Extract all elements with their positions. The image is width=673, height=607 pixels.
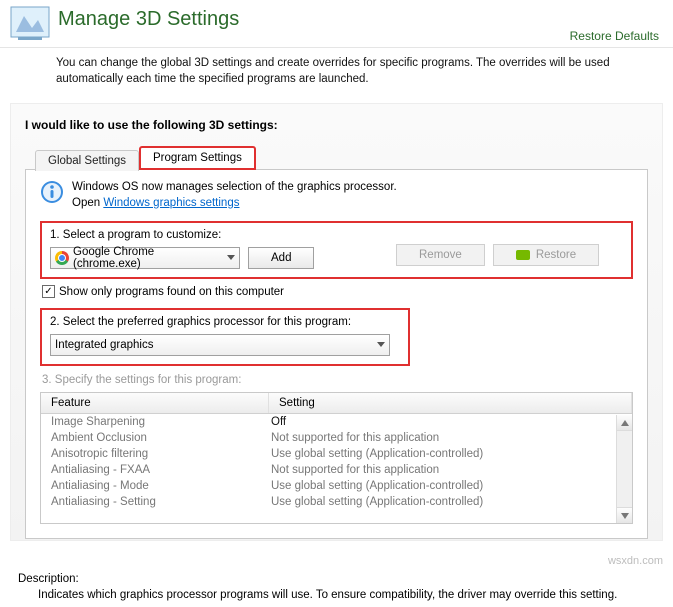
show-only-checkbox[interactable]: ✓	[42, 285, 55, 298]
tab-global-settings[interactable]: Global Settings	[35, 150, 139, 171]
info-text: Windows OS now manages selection of the …	[72, 180, 397, 211]
page-title: Manage 3D Settings	[58, 8, 239, 31]
cell-feature: Image Sharpening	[41, 416, 269, 428]
description-title: Description:	[18, 573, 655, 585]
table-header: Feature Setting	[41, 393, 632, 414]
remove-button: Remove	[396, 244, 485, 266]
cell-setting: Off	[269, 416, 632, 428]
section1-label: 1. Select a program to customize:	[50, 229, 623, 241]
table-row[interactable]: Anisotropic filteringUse global setting …	[41, 446, 632, 462]
settings-table: Feature Setting Image SharpeningOffAmbie…	[40, 392, 633, 524]
nvidia-icon	[516, 250, 530, 260]
table-row[interactable]: Antialiasing - FXAANot supported for thi…	[41, 462, 632, 478]
cell-feature: Antialiasing - FXAA	[41, 464, 269, 476]
col-feature[interactable]: Feature	[41, 393, 269, 413]
chrome-icon	[55, 251, 69, 265]
description-block: Description: Indicates which graphics pr…	[18, 573, 655, 601]
chevron-down-icon	[377, 342, 385, 348]
scroll-up-icon[interactable]	[617, 415, 632, 431]
watermark: wsxdn.com	[608, 555, 663, 567]
restore-button: Restore	[493, 244, 599, 266]
gpu-select-value: Integrated graphics	[55, 339, 153, 351]
section2-highlight: 2. Select the preferred graphics process…	[40, 308, 410, 366]
gpu-select[interactable]: Integrated graphics	[50, 334, 390, 356]
table-body: Image SharpeningOffAmbient OcclusionNot …	[41, 414, 632, 510]
cell-setting: Use global setting (Application-controll…	[269, 448, 632, 460]
cell-feature: Ambient Occlusion	[41, 432, 269, 444]
windows-graphics-link[interactable]: Windows graphics settings	[103, 197, 239, 209]
scroll-down-icon[interactable]	[617, 507, 632, 523]
cell-feature: Antialiasing - Mode	[41, 480, 269, 492]
panel-title: I would like to use the following 3D set…	[25, 118, 648, 132]
col-setting[interactable]: Setting	[269, 393, 632, 413]
chevron-down-icon	[227, 255, 235, 261]
cell-feature: Antialiasing - Setting	[41, 496, 269, 508]
program-select-value: Google Chrome (chrome.exe)	[73, 246, 221, 270]
cell-setting: Use global setting (Application-controll…	[269, 480, 632, 492]
settings-3d-icon	[10, 6, 50, 42]
show-only-label: Show only programs found on this compute…	[59, 286, 284, 298]
tab-program-settings[interactable]: Program Settings	[139, 146, 256, 170]
info-line2-prefix: Open	[72, 197, 103, 209]
cell-setting: Use global setting (Application-controll…	[269, 496, 632, 508]
show-only-row[interactable]: ✓ Show only programs found on this compu…	[42, 285, 633, 298]
restore-button-label: Restore	[536, 249, 576, 261]
tab-body: Windows OS now manages selection of the …	[25, 169, 648, 539]
info-icon	[40, 180, 64, 204]
scrollbar[interactable]	[616, 415, 632, 523]
table-row[interactable]: Antialiasing - ModeUse global setting (A…	[41, 478, 632, 494]
settings-panel: I would like to use the following 3D set…	[10, 103, 663, 541]
cell-setting: Not supported for this application	[269, 432, 632, 444]
page-header: Manage 3D Settings Restore Defaults	[0, 0, 673, 48]
section3-label: 3. Specify the settings for this program…	[42, 374, 633, 386]
table-row[interactable]: Image SharpeningOff	[41, 414, 632, 430]
intro-text: You can change the global 3D settings an…	[0, 48, 673, 97]
info-line1: Windows OS now manages selection of the …	[72, 181, 397, 193]
table-row[interactable]: Antialiasing - SettingUse global setting…	[41, 494, 632, 510]
restore-defaults-link[interactable]: Restore Defaults	[570, 29, 659, 43]
program-select[interactable]: Google Chrome (chrome.exe)	[50, 247, 240, 269]
tabs: Global Settings Program Settings	[35, 146, 648, 170]
description-text: Indicates which graphics processor progr…	[18, 589, 655, 601]
cell-setting: Not supported for this application	[269, 464, 632, 476]
add-button[interactable]: Add	[248, 247, 314, 269]
section2-label: 2. Select the preferred graphics process…	[50, 316, 400, 328]
cell-feature: Anisotropic filtering	[41, 448, 269, 460]
info-row: Windows OS now manages selection of the …	[40, 180, 633, 211]
table-row[interactable]: Ambient OcclusionNot supported for this …	[41, 430, 632, 446]
